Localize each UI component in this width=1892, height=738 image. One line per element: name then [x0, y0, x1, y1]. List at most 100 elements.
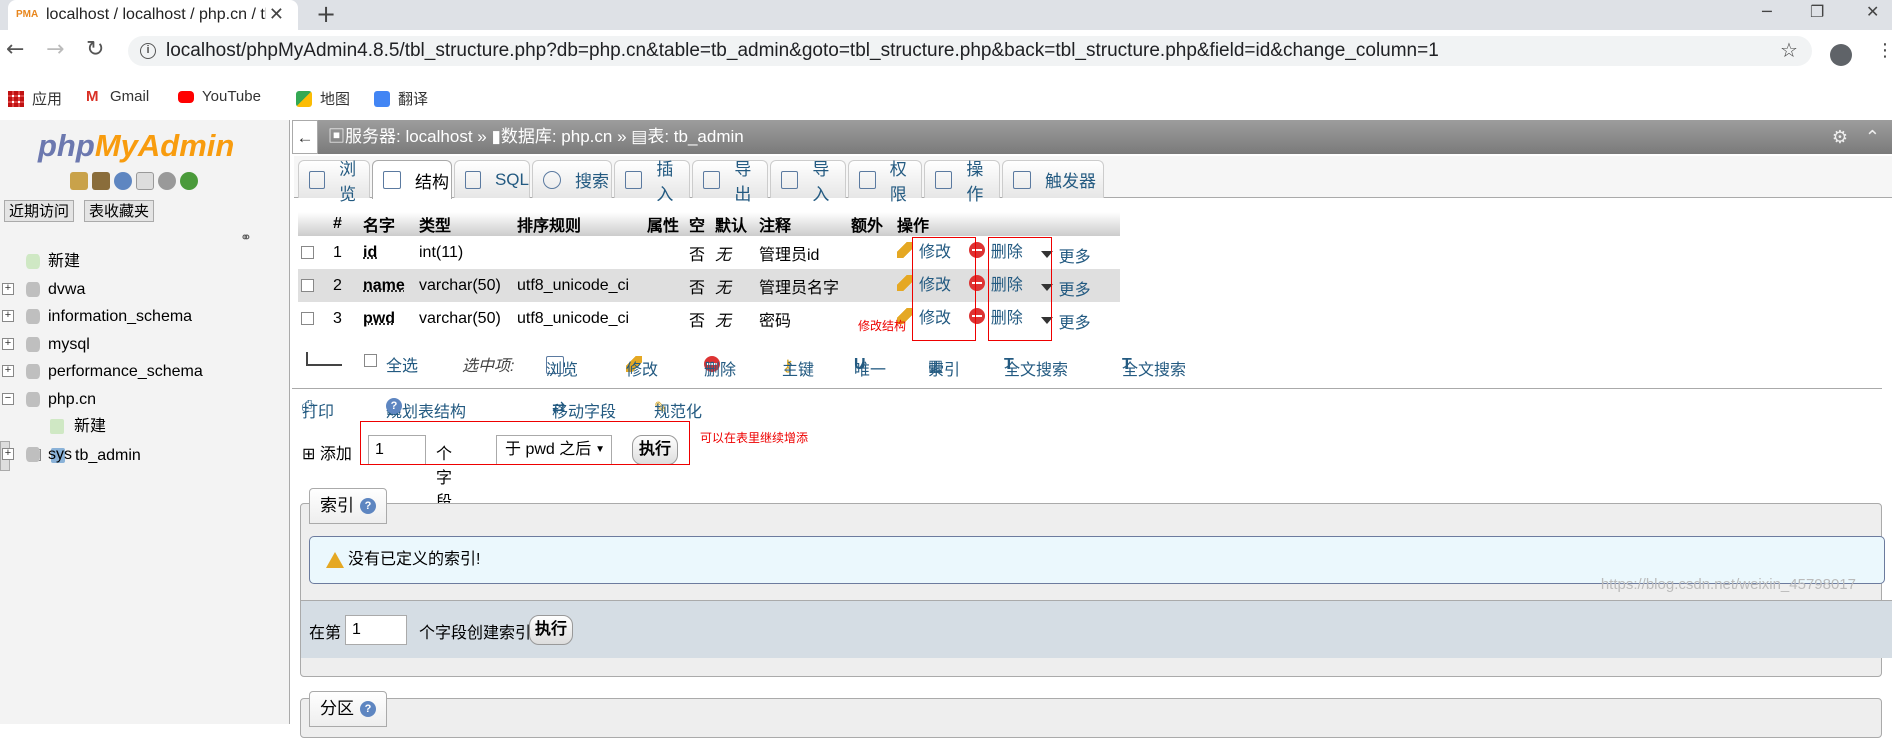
help-icon[interactable]	[114, 172, 132, 190]
tab-sql[interactable]: SQL	[454, 160, 530, 198]
breadcrumb-database[interactable]: 数据库: php.cn	[501, 127, 613, 146]
help-icon[interactable]: ?	[360, 498, 376, 514]
row-checkbox[interactable]	[301, 245, 314, 259]
tab-browse[interactable]: 浏览	[298, 160, 370, 204]
bookmark-star-icon[interactable]: ☆	[1780, 38, 1798, 62]
minimize-icon[interactable]: ─	[1762, 0, 1772, 24]
tree-item-mysql[interactable]: + mysql	[0, 331, 290, 359]
tab-triggers[interactable]: 触发器	[1002, 160, 1104, 198]
cell-type: int(11)	[416, 236, 514, 269]
bookmark-translate[interactable]: 翻译	[374, 88, 428, 109]
settings-gear-icon[interactable]: ⚙	[1832, 120, 1848, 154]
tree-item-performance-schema[interactable]: + performance_schema	[0, 358, 290, 386]
field-name[interactable]: name	[363, 277, 405, 294]
tab-export[interactable]: 导出	[692, 160, 768, 204]
reload-icon[interactable]: ↻	[86, 36, 104, 64]
collapse-top-icon[interactable]: ⌃	[1865, 120, 1880, 154]
browser-menu-icon[interactable]: ⋮	[1876, 40, 1892, 61]
tab-structure[interactable]: 结构	[372, 160, 452, 199]
cell-null: 否	[686, 302, 712, 335]
indexes-legend[interactable]: 索引?	[309, 488, 387, 524]
tab-insert[interactable]: 插入	[614, 160, 690, 204]
favorites-button[interactable]: 表收藏夹	[84, 200, 155, 222]
pencil-icon	[897, 275, 913, 292]
partitions-fieldset: 分区?	[300, 691, 1882, 738]
site-info-icon[interactable]: i	[140, 43, 156, 59]
bookmark-gmail[interactable]: M Gmail	[86, 88, 149, 105]
cell-comment: 密码	[756, 302, 848, 335]
row-checkbox[interactable]	[301, 278, 314, 292]
forward-arrow-icon[interactable]: →	[46, 36, 64, 64]
maximize-icon[interactable]: ❐	[1810, 0, 1824, 24]
new-tab-button[interactable]: +	[316, 0, 336, 28]
breadcrumb-server[interactable]: 服务器: localhost	[345, 127, 473, 146]
tree-item-information-schema[interactable]: + information_schema	[0, 303, 290, 331]
table-menu-tabs: 浏览 结构 SQL 搜索 插入 导出 导入 权限 操作 触发器	[294, 156, 1892, 204]
phpmyadmin-logo[interactable]: phpMyAdmin	[38, 128, 234, 164]
logout-icon[interactable]	[92, 172, 110, 190]
check-all-checkbox[interactable]	[364, 354, 377, 367]
field-name[interactable]: pwd	[363, 310, 395, 327]
field-name[interactable]: id	[363, 244, 377, 261]
url-text[interactable]: localhost/phpMyAdmin4.8.5/tbl_structure.…	[166, 38, 1439, 64]
column-header: 排序规则	[514, 212, 644, 236]
bulk-change-label: 修改	[626, 362, 659, 379]
tree-item-dvwa[interactable]: + dvwa	[0, 276, 290, 304]
tab-operations[interactable]: 操作	[924, 160, 1000, 204]
bookmarks-bar: 应用 M Gmail YouTube 地图 翻译	[0, 84, 1892, 112]
search-icon	[543, 170, 561, 189]
row-checkbox[interactable]	[301, 311, 314, 325]
tab-import[interactable]: 导入	[770, 160, 846, 204]
cell-null: 否	[686, 236, 712, 269]
expand-icon[interactable]: +	[2, 310, 14, 322]
row-checkbox-cell	[298, 269, 330, 302]
tab-search[interactable]: 搜索	[532, 160, 612, 198]
move-label: 移动字段	[552, 404, 617, 421]
tab-privileges[interactable]: 权限	[848, 160, 922, 204]
expand-icon[interactable]: +	[2, 447, 14, 460]
collapse-nav-icon[interactable]: ←	[292, 120, 318, 154]
gmail-icon: M	[86, 87, 99, 105]
recent-button[interactable]: 近期访问	[4, 200, 75, 222]
wrench-icon	[935, 170, 953, 189]
collapse-icon[interactable]: −	[2, 392, 14, 405]
tab-label: 操作	[966, 159, 984, 204]
profile-avatar-icon[interactable]	[1830, 44, 1852, 66]
create-index-count-input[interactable]: 1	[345, 615, 407, 645]
pencil-icon	[897, 242, 913, 259]
bookmark-apps[interactable]: 应用	[8, 88, 62, 109]
cell-comment: 管理员id	[756, 236, 848, 269]
expand-icon[interactable]: +	[2, 282, 14, 295]
help-icon[interactable]: ?	[360, 701, 376, 717]
breadcrumb-table[interactable]: 表: tb_admin	[647, 127, 743, 146]
browser-tab-bar: PMA localhost / localhost / php.cn / tb_…	[0, 0, 1892, 30]
expand-icon[interactable]: +	[2, 337, 14, 350]
cell-default: 无	[712, 236, 756, 269]
tree-label: 新建	[48, 253, 81, 270]
check-all-label[interactable]: 全选	[386, 352, 418, 376]
tree-item-new[interactable]: 新建	[0, 248, 290, 276]
reload-nav-icon[interactable]	[180, 172, 198, 190]
translate-icon	[374, 90, 390, 107]
settings-gear-icon[interactable]	[158, 172, 176, 190]
create-index-prefix: 在第	[309, 625, 342, 642]
column-header[interactable]: 名字	[360, 212, 416, 236]
close-tab-icon[interactable]: ✕	[269, 4, 284, 25]
back-arrow-icon[interactable]: ←	[6, 36, 24, 64]
create-index-go-button[interactable]: 执行	[529, 615, 573, 645]
bookmark-maps[interactable]: 地图	[296, 88, 350, 109]
tree-item-php-cn[interactable]: − php.cn	[0, 386, 290, 414]
browser-tab[interactable]: PMA localhost / localhost / php.cn / tb_…	[8, 0, 298, 30]
tree-item-new-table[interactable]: 新建	[0, 413, 290, 441]
partitions-legend[interactable]: 分区?	[309, 691, 387, 727]
bookmark-youtube[interactable]: YouTube	[178, 88, 261, 105]
home-icon[interactable]	[70, 172, 88, 190]
link-with-main-icon[interactable]: ⚭	[240, 230, 252, 246]
tree-item-sys[interactable]: + sys	[0, 441, 290, 469]
expand-icon[interactable]: +	[2, 365, 14, 377]
close-window-icon[interactable]: ✕	[1866, 0, 1879, 24]
help-icon[interactable]: ?	[386, 398, 402, 414]
maps-icon	[296, 90, 312, 107]
bookmark-label: YouTube	[202, 88, 261, 105]
docs-icon[interactable]	[136, 172, 154, 190]
